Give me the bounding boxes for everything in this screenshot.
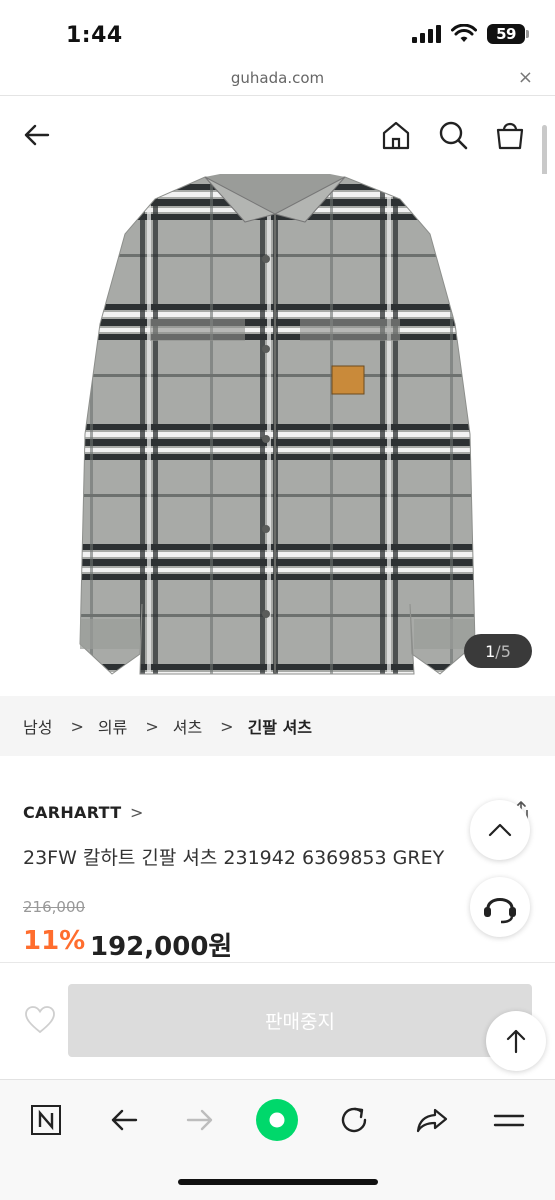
sale-price: 192,000원 [90, 932, 233, 962]
status-time: 1:44 [66, 23, 123, 48]
headset-icon [484, 898, 516, 924]
search-icon[interactable] [436, 118, 470, 152]
discount-rate: 11% [23, 926, 86, 956]
battery-icon: 59 [487, 24, 529, 44]
app-header [0, 96, 555, 174]
shirt-image [79, 174, 476, 675]
shopping-bag-icon[interactable] [493, 118, 527, 152]
status-bar: 1:44 59 [0, 0, 555, 62]
naver-n-icon [31, 1105, 61, 1135]
arrow-right-icon [186, 1109, 213, 1131]
browser-url-bar[interactable]: guhada.com × [0, 62, 555, 96]
heart-icon[interactable] [24, 1005, 56, 1035]
image-counter-total: /5 [495, 641, 511, 661]
reload-button[interactable] [332, 1098, 376, 1142]
green-dot-icon [256, 1099, 298, 1141]
status-indicators: 59 [412, 24, 529, 44]
hamburger-menu-icon [493, 1114, 525, 1127]
browser-back-button[interactable] [102, 1098, 146, 1142]
image-counter-current: 1 [485, 641, 496, 661]
url-text[interactable]: guhada.com [0, 69, 555, 87]
chevron-right-icon[interactable]: > [130, 803, 143, 822]
home-icon[interactable] [379, 118, 413, 152]
naver-home-button[interactable] [24, 1098, 68, 1142]
chevron-right-icon: > [70, 716, 84, 736]
menu-button[interactable] [487, 1098, 531, 1142]
product-title: 23FW 칼하트 긴팔 셔츠 231942 6369853 GREY [23, 847, 445, 869]
breadcrumb-item[interactable]: 의류 [98, 714, 127, 738]
home-indicator [178, 1179, 378, 1185]
scroll-up-button[interactable] [470, 800, 530, 860]
chevron-up-icon [488, 823, 512, 837]
share-arrow-icon [416, 1108, 448, 1133]
product-image[interactable]: 1/5 [0, 174, 555, 696]
share-button[interactable] [410, 1098, 454, 1142]
signal-icon [412, 25, 441, 43]
arrow-up-icon [506, 1029, 526, 1054]
image-counter: 1/5 [464, 634, 532, 668]
breadcrumb-item[interactable]: 셔츠 [173, 714, 202, 738]
reload-icon [341, 1107, 367, 1133]
scroll-to-top-button[interactable] [486, 1011, 546, 1071]
sale-stopped-button[interactable]: 판매중지 [68, 984, 532, 1057]
breadcrumb: 남성 > 의류 > 셔츠 > 긴팔 셔츠 [0, 696, 555, 756]
purchase-bar: 판매중지 [0, 963, 555, 1079]
arrow-left-icon [111, 1109, 138, 1131]
original-price: 216,000 [23, 898, 86, 916]
green-dot-button[interactable] [255, 1098, 299, 1142]
breadcrumb-current[interactable]: 긴팔 셔츠 [248, 714, 312, 738]
customer-service-button[interactable] [470, 877, 530, 937]
arrow-left-icon[interactable] [20, 118, 54, 152]
close-icon[interactable]: × [518, 67, 533, 88]
browser-forward-button[interactable] [178, 1098, 222, 1142]
chevron-right-icon: > [220, 716, 234, 736]
wifi-icon [451, 24, 477, 42]
brand-link[interactable]: CARHARTT [23, 803, 121, 822]
breadcrumb-item[interactable]: 남성 [23, 714, 52, 738]
battery-level: 59 [496, 25, 516, 43]
chevron-right-icon: > [145, 716, 159, 736]
